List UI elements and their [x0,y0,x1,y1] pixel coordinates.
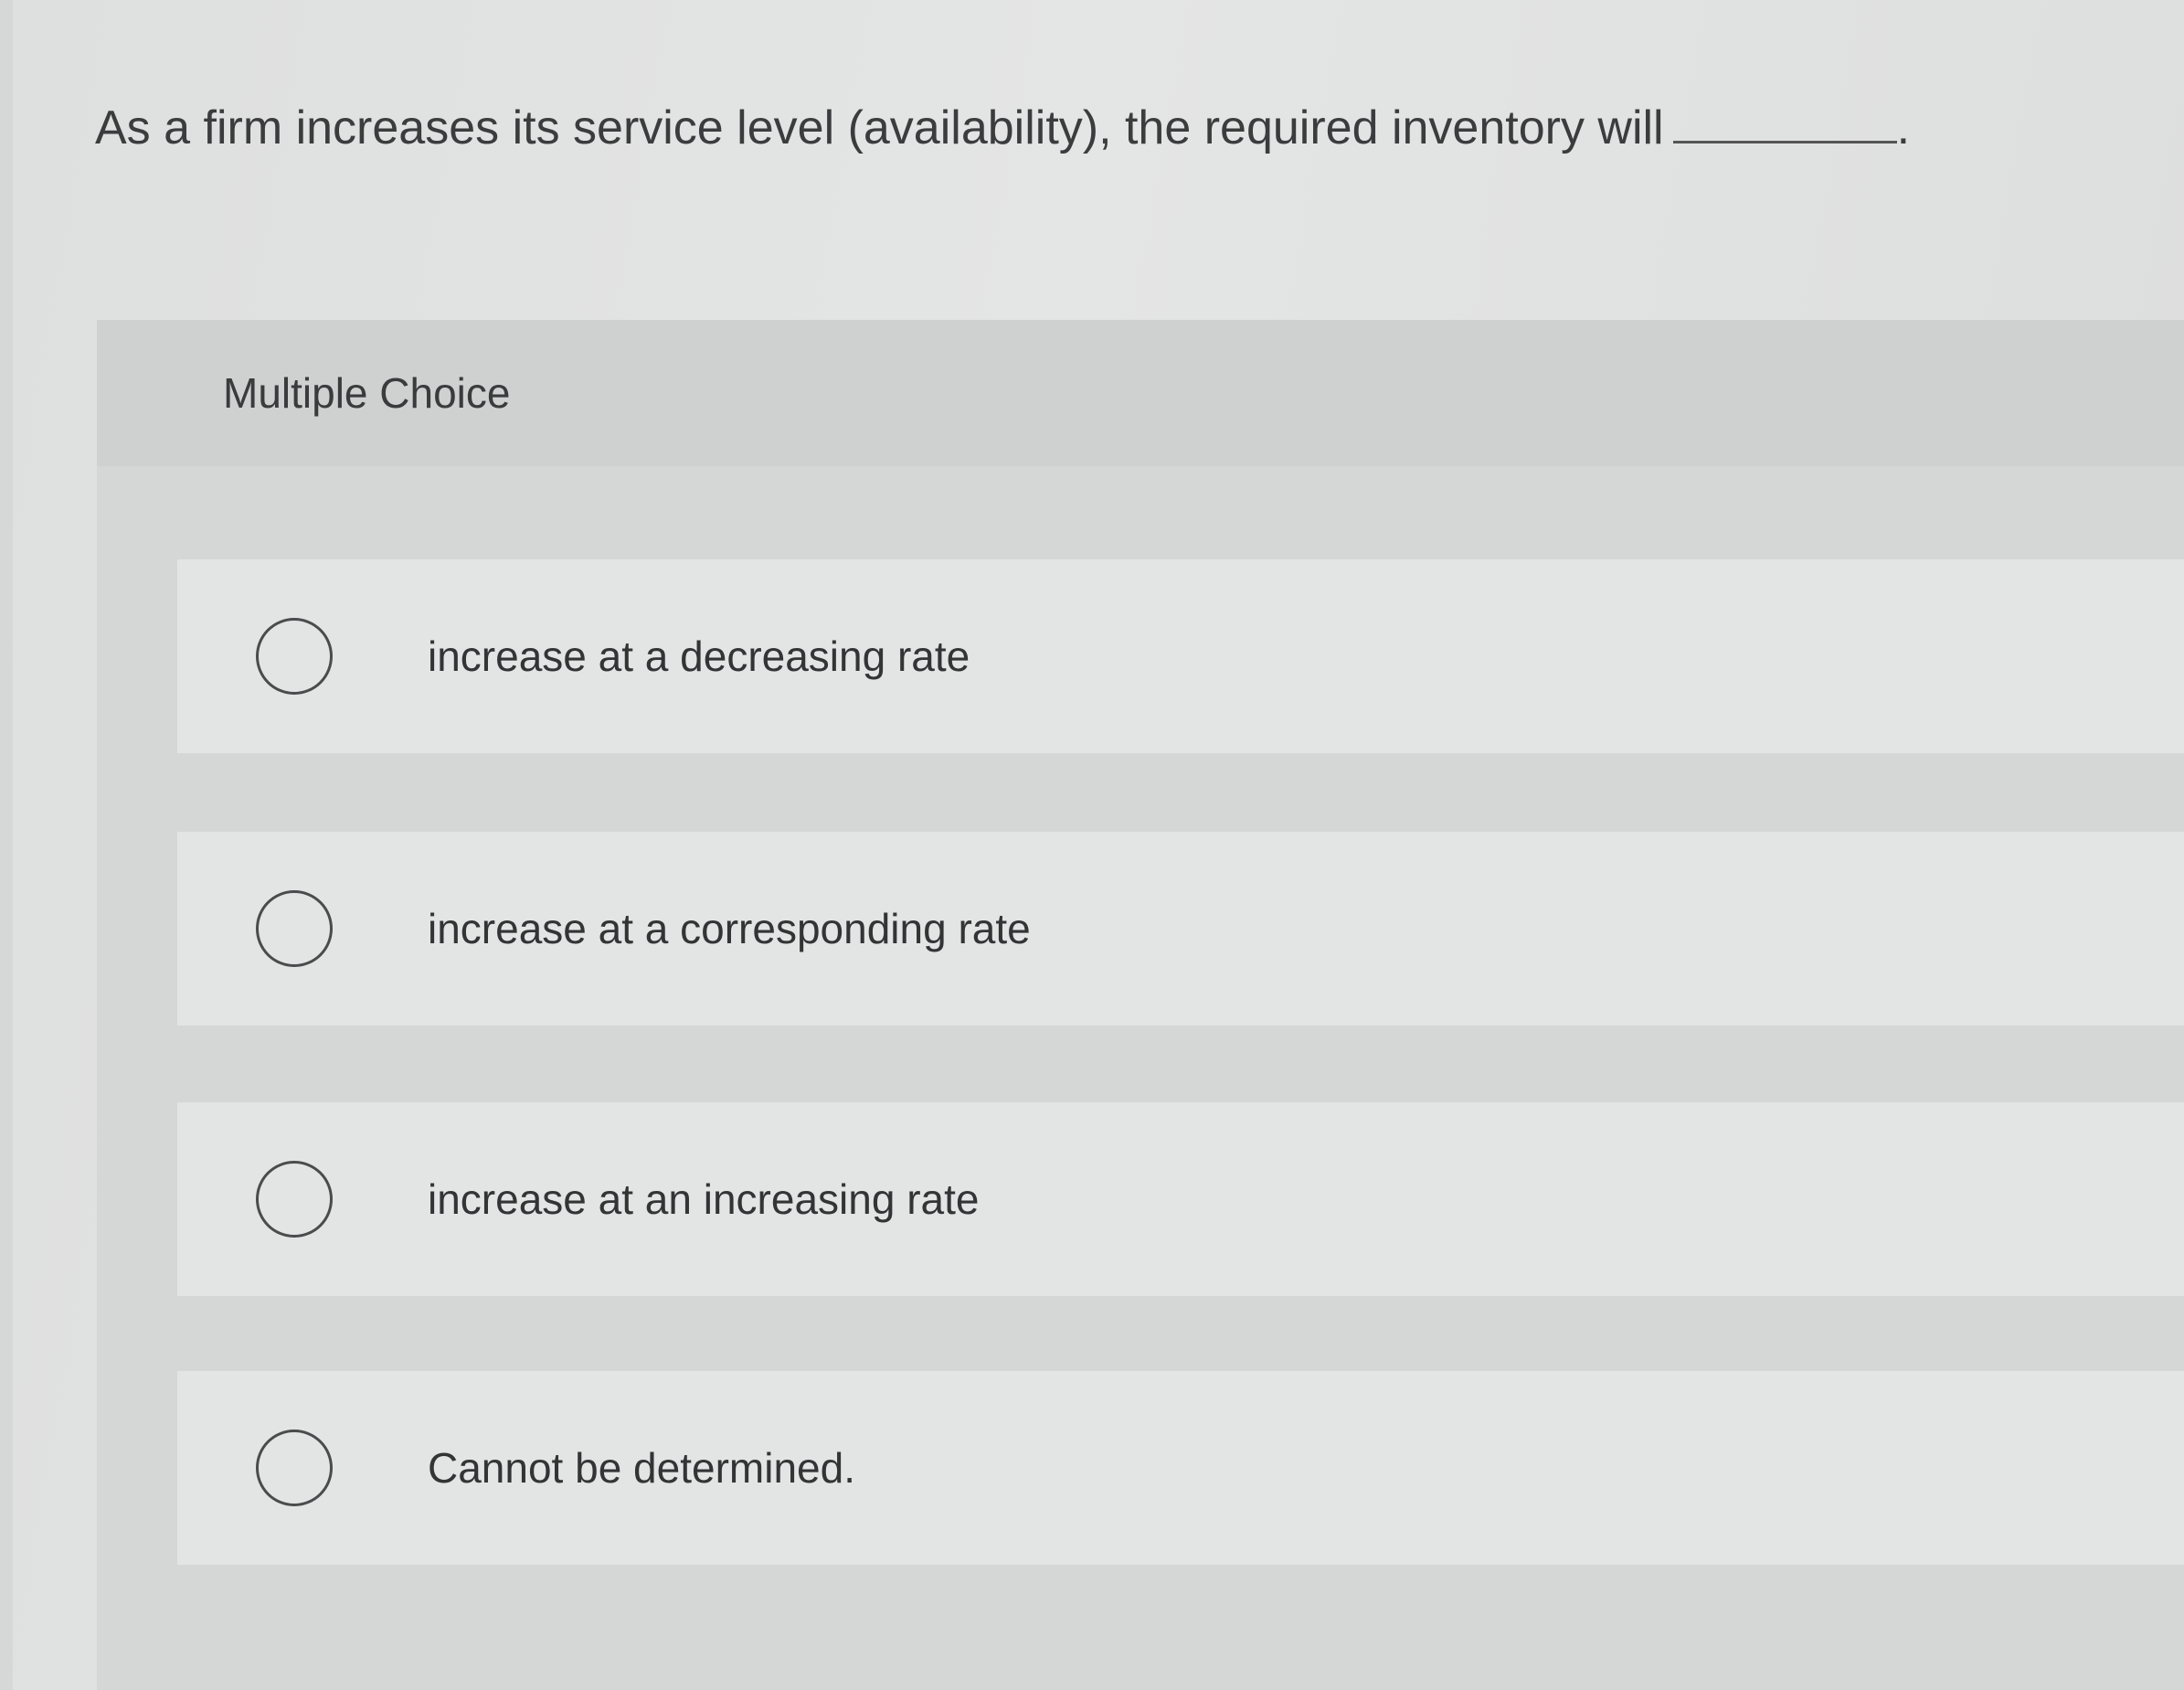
multiple-choice-title: Multiple Choice [223,369,511,417]
choice-label: increase at a corresponding rate [428,905,1031,952]
choice-option-2[interactable]: increase at a corresponding rate [177,832,2184,1026]
choice-label: increase at a decreasing rate [428,632,970,680]
page-left-edge [0,0,13,1690]
multiple-choice-panel: Multiple Choice increase at a decreasing… [97,320,2184,1690]
answer-blank [1672,99,1897,143]
radio-button[interactable] [256,618,333,695]
radio-button[interactable] [256,1161,333,1238]
choice-option-3[interactable]: increase at an increasing rate [177,1102,2184,1296]
radio-button[interactable] [256,1430,333,1506]
choice-option-1[interactable]: increase at a decreasing rate [177,559,2184,753]
multiple-choice-header: Multiple Choice [97,320,2184,466]
question-prompt: As a firm increases its service level (a… [95,91,1977,165]
question-text: As a firm increases its service level (a… [95,101,1664,154]
choice-label: Cannot be determined. [428,1444,855,1492]
choice-option-4[interactable]: Cannot be determined. [177,1371,2184,1565]
choice-label: increase at an increasing rate [428,1175,980,1223]
radio-button[interactable] [256,890,333,967]
question-ending: . [1896,101,1911,154]
